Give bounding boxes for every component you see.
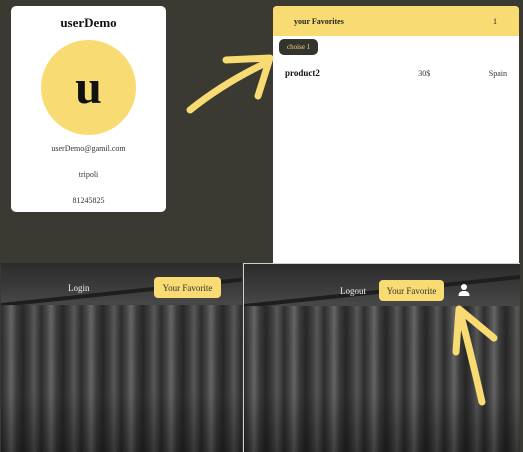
your-favorite-button[interactable]: Your Favorite [379,280,444,301]
product-name: product2 [285,68,320,78]
profile-email: userDemo@gamil.com [51,144,126,153]
favorites-header: your Favorites 1 [273,6,519,36]
profile-phone: 81245825 [72,196,105,205]
room-shadow [244,392,520,452]
avatar: u [41,40,136,135]
profile-name: userDemo [60,15,117,30]
favorites-count: 1 [493,16,497,26]
favorites-title: your Favorites [294,16,344,26]
your-favorite-button[interactable]: Your Favorite [154,277,221,298]
logout-link[interactable]: Logout [340,286,366,296]
login-link[interactable]: Login [68,283,90,293]
favorite-item-row[interactable]: product2 30$ Spain [285,68,507,78]
profile-city: tripoli [78,170,99,179]
logged-in-screen: Logout Your Favorite [243,263,520,452]
user-icon[interactable] [457,283,471,297]
arrow-to-favorites [186,58,272,114]
favorites-panel: your Favorites 1 choise 1 product2 30$ S… [273,6,519,264]
room-shadow [1,392,242,452]
arrow-head-favorites [222,54,274,100]
product-country: Spain [488,68,507,78]
product-price: 30$ [418,68,431,78]
choice-button[interactable]: choise 1 [279,39,319,55]
logged-out-screen: Login Your Favorite [1,263,242,452]
profile-card: userDemo u userDemo@gamil.com tripoli 81… [11,6,166,212]
